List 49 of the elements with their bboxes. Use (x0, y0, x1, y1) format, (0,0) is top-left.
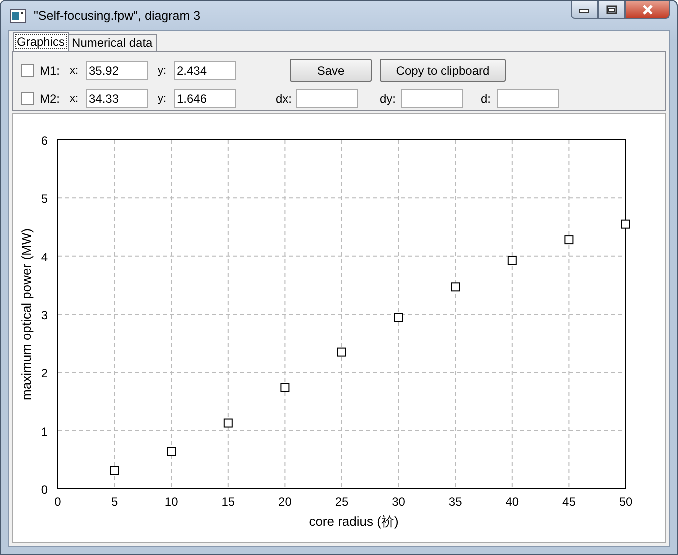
x-tick-label: 10 (164, 495, 178, 509)
window-icon (10, 8, 26, 22)
y-tick-label: 1 (41, 424, 48, 439)
x-tick-label: 30 (392, 495, 406, 509)
x-tick-label: 40 (506, 495, 520, 509)
y-field[interactable]: 2.434 (174, 61, 236, 80)
x-label: x: (70, 92, 80, 104)
y-label: y: (158, 92, 168, 104)
x-tick-label: 5 (111, 495, 118, 509)
x-tick-label: 45 (562, 495, 576, 509)
delta-label: dx: (275, 92, 294, 106)
save-button[interactable]: Save (290, 59, 372, 82)
marker-label: M2: (40, 92, 62, 106)
maximize-button[interactable] (598, 1, 625, 19)
tab[interactable]: Numerical data (68, 34, 157, 51)
y-tick-label: 0 (41, 483, 48, 497)
minimize-button[interactable] (571, 1, 598, 19)
x-tick-label: 15 (222, 495, 236, 509)
y-field[interactable]: 1.646 (174, 89, 236, 108)
x-axis-label: core radius (祄) (309, 514, 399, 529)
x-tick-label: 20 (278, 495, 292, 509)
y-label: y: (158, 64, 168, 76)
close-button[interactable] (625, 1, 670, 19)
delta-field[interactable] (296, 89, 358, 108)
x-tick-label: 50 (619, 495, 633, 509)
y-tick-label: 5 (41, 192, 48, 206)
x-field[interactable]: 35.92 (86, 61, 148, 80)
delta-field[interactable] (401, 89, 463, 108)
x-tick-label: 35 (448, 495, 462, 509)
x-field[interactable]: 34.33 (86, 89, 148, 108)
x-tick-label: 0 (54, 495, 62, 509)
checkbox[interactable] (21, 64, 34, 77)
delta-label: dy: (379, 92, 398, 106)
y-tick-label: 6 (41, 134, 48, 148)
delta-field[interactable] (497, 89, 559, 108)
maximize-icon (606, 4, 618, 14)
x-tick-label: 25 (335, 495, 349, 509)
delta-label: d: (480, 92, 492, 106)
marker-label: M1: (40, 64, 62, 78)
tab[interactable]: Graphics (13, 32, 70, 51)
y-tick-label: 3 (41, 308, 48, 322)
y-tick-label: 4 (41, 250, 48, 264)
y-tick-label: 2 (41, 366, 48, 381)
window-title: "Self-focusing.fpw", diagram 3 (34, 8, 201, 22)
checkbox[interactable] (21, 92, 34, 105)
close-icon (642, 4, 654, 14)
y-axis-label: maximum optical power (MW) (19, 228, 34, 400)
copy-button[interactable]: Copy to clipboard (380, 59, 506, 82)
x-label: x: (70, 64, 80, 76)
